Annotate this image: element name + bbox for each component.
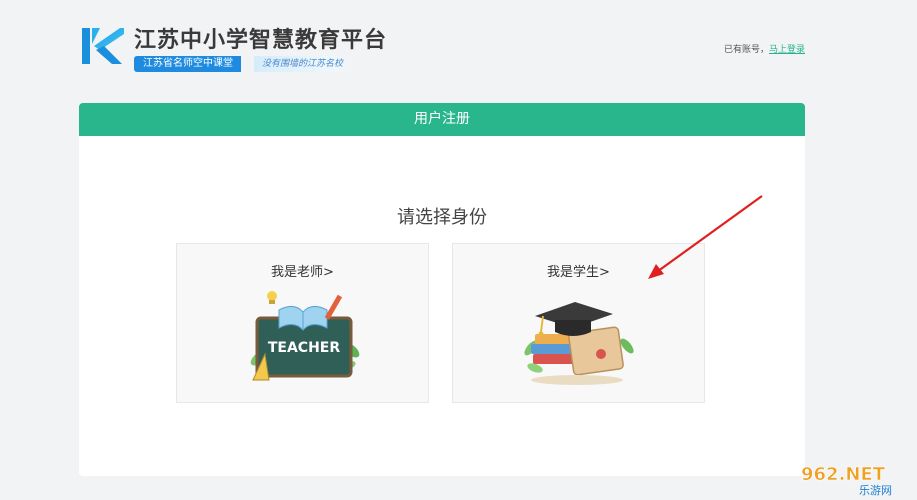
teacher-illustration: TEACHER bbox=[250, 291, 360, 381]
teacher-illustration-text: TEACHER bbox=[268, 340, 341, 356]
register-card: 用户注册 请选择身份 我是老师> TEACHER 我是学生> bbox=[79, 103, 805, 476]
platform-title: 江苏中小学智慧教育平台 bbox=[134, 28, 388, 53]
pointer-arrow bbox=[648, 195, 763, 279]
teacher-role-label: 我是老师> bbox=[271, 265, 334, 280]
watermark-main: 962.NET bbox=[801, 464, 886, 485]
brand-tag-secondary: 没有围墙的江苏名校 bbox=[254, 56, 354, 72]
login-link[interactable]: 马上登录 bbox=[769, 45, 805, 55]
login-area: 已有账号，马上登录 bbox=[724, 42, 805, 55]
brand-tag-primary: 江苏省名师空中课堂 bbox=[134, 56, 241, 72]
site-watermark: 962.NET 乐游网 bbox=[801, 464, 892, 496]
student-illustration bbox=[524, 302, 634, 385]
teacher-role-card[interactable]: 我是老师> TEACHER bbox=[176, 243, 429, 403]
register-card-header: 用户注册 bbox=[79, 103, 805, 136]
platform-logo bbox=[82, 28, 124, 64]
watermark-sub: 乐游网 bbox=[859, 484, 892, 496]
login-prompt: 已有账号， bbox=[723, 45, 769, 55]
